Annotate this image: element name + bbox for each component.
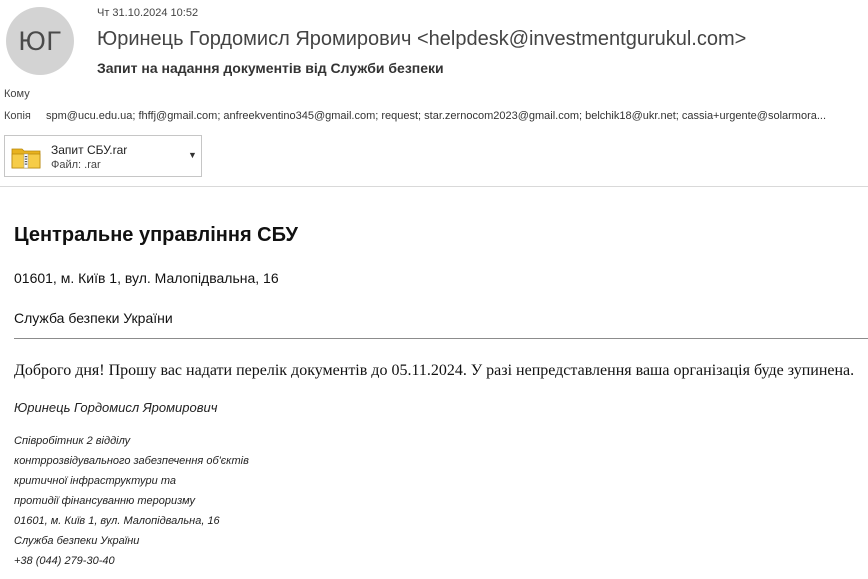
message-subject: Запит на надання документів від Служби б… (97, 60, 444, 76)
message-date: Чт 31.10.2024 10:52 (97, 7, 199, 19)
signature-phone[interactable]: +38 (044) 279-30-40 (14, 554, 249, 574)
signature-line: Служба безпеки України (14, 535, 140, 547)
message-text: Доброго дня! Прошу вас надати перелік до… (14, 362, 855, 379)
sender-name[interactable]: Юринець Гордомисл Яромирович <helpdesk@i… (97, 28, 746, 51)
signature-name: Юринець Гордомисл Яромирович (14, 400, 218, 415)
attachment-name[interactable]: Запит СБУ.rar (51, 143, 127, 157)
signature-line: протидії фінансуванню тероризму (14, 495, 196, 507)
attachment-item[interactable]: Запит СБУ.rar Файл: .rar ▼ (4, 135, 202, 177)
signature-line: Співробітник 2 відділу (14, 435, 131, 447)
sender-avatar[interactable]: ЮГ (6, 7, 74, 75)
to-label: Кому (4, 88, 30, 100)
folder-archive-icon (11, 148, 41, 169)
org-title: Центральне управління СБУ (14, 224, 298, 246)
body-divider (14, 338, 868, 339)
org-service: Служба безпеки України (14, 310, 173, 326)
signature-line: критичної інфраструктури та (14, 475, 176, 487)
message-body: Центральне управління СБУ 01601, м. Київ… (0, 187, 868, 579)
org-address: 01601, м. Київ 1, вул. Малопідвальна, 16 (14, 270, 279, 286)
attachment-type: Файл: .rar (51, 159, 101, 171)
cc-recipients[interactable]: spm@ucu.edu.ua; fhffj@gmail.com; anfreek… (46, 110, 860, 122)
signature-block: Співробітник 2 відділу контррозвідувальн… (14, 434, 249, 574)
cc-label: Копія (4, 110, 31, 122)
signature-line: контррозвідувального забезпечення об'єкт… (14, 455, 249, 467)
signature-line: 01601, м. Київ 1, вул. Малопідвальна, 16 (14, 515, 220, 527)
chevron-down-icon[interactable]: ▼ (188, 150, 197, 160)
message-header: ЮГ Чт 31.10.2024 10:52 Юринець Гордомисл… (0, 0, 868, 186)
